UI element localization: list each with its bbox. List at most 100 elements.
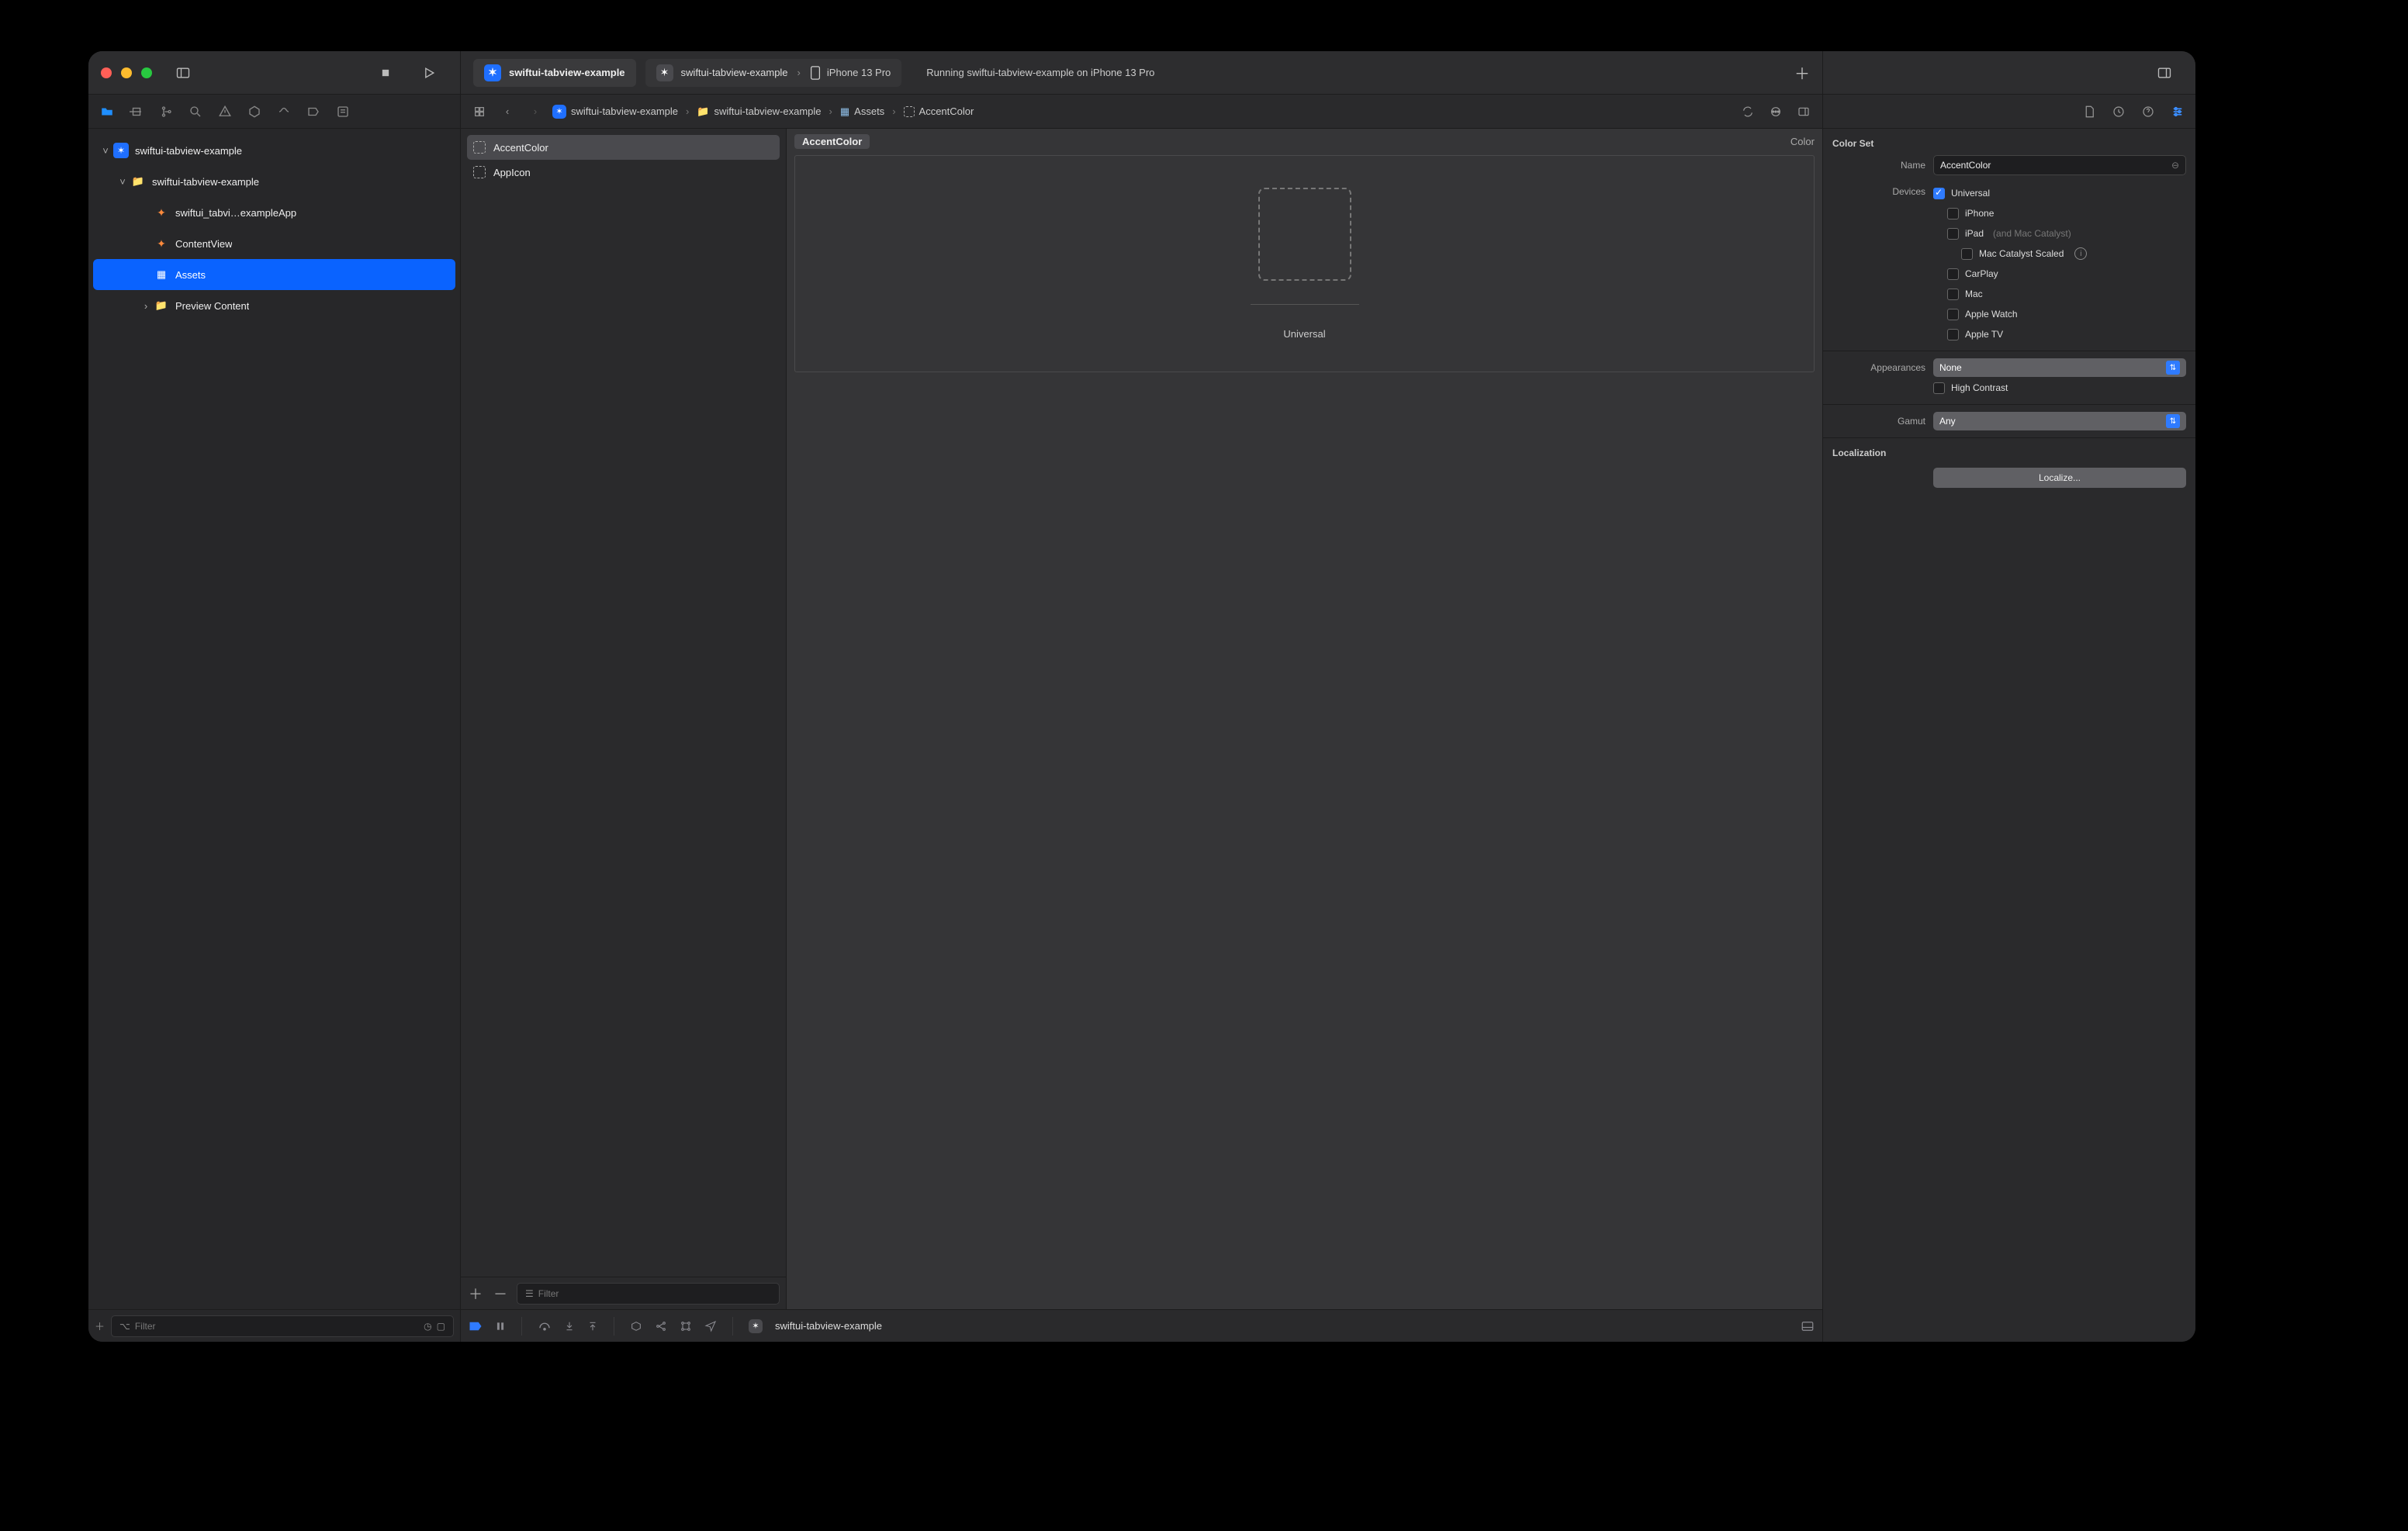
divider <box>1251 304 1359 305</box>
tree-folder-preview[interactable]: › 📁 Preview Content <box>93 290 455 321</box>
chevron-right-icon: › <box>892 105 895 117</box>
report-navigator-tab[interactable] <box>332 101 354 123</box>
color-well-universal[interactable] <box>1258 188 1351 281</box>
process-name[interactable]: swiftui-tabview-example <box>775 1320 882 1332</box>
refresh-diff-button[interactable] <box>1737 101 1759 123</box>
adjust-editor-options-button[interactable] <box>1765 101 1787 123</box>
find-navigator-tab[interactable] <box>185 101 206 123</box>
zoom-window-button[interactable] <box>141 67 152 78</box>
related-items-button[interactable] <box>469 101 490 123</box>
device-mac-catalyst-scaled-checkbox[interactable]: Mac Catalyst Scaledi <box>1933 244 2186 264</box>
source-control-navigator-tab[interactable] <box>126 101 147 123</box>
asset-canvas: AccentColor Color Universal <box>787 129 1822 1309</box>
high-contrast-checkbox[interactable]: High Contrast <box>1933 378 2008 398</box>
environment-overrides-button[interactable] <box>680 1320 692 1332</box>
gamut-label: Gamut <box>1832 416 1925 427</box>
crumb-target[interactable]: swiftui-tabview-example <box>714 105 822 117</box>
asset-row-appicon[interactable]: AppIcon <box>467 160 780 185</box>
scheme-selector[interactable]: ✶ swiftui-tabview-example › iPhone 13 Pr… <box>645 59 902 87</box>
add-editor-button[interactable] <box>1793 101 1815 123</box>
destination-selector[interactable]: iPhone 13 Pro <box>810 66 891 80</box>
debug-view-hierarchy-button[interactable] <box>630 1320 642 1332</box>
filter-placeholder: Filter <box>135 1321 156 1332</box>
inspector-header: Color Set <box>1832 135 2186 155</box>
asset-filter-input[interactable]: ☰ Filter <box>517 1283 780 1305</box>
titlebar: ✶ swiftui-tabview-example ✶ swiftui-tabv… <box>88 51 2195 95</box>
symbol-navigator-tab[interactable] <box>155 101 177 123</box>
tree-file-app[interactable]: ✦ swiftui_tabvi…exampleApp <box>93 197 455 228</box>
crumb-project[interactable]: swiftui-tabview-example <box>571 105 678 117</box>
stop-button[interactable] <box>373 60 398 85</box>
gamut-select[interactable]: Any ⇅ <box>1933 412 2186 430</box>
library-button[interactable] <box>2152 60 2177 85</box>
new-tab-button[interactable]: ＋ <box>1794 61 1810 84</box>
toggle-left-sidebar-button[interactable] <box>171 60 195 85</box>
pause-continue-button[interactable] <box>495 1321 506 1332</box>
project-icon: ✶ <box>113 143 129 158</box>
tree-target-folder[interactable]: ˅ 📁 swiftui-tabview-example <box>93 166 455 197</box>
step-into-button[interactable] <box>564 1320 575 1332</box>
appearances-select[interactable]: None ⇅ <box>1933 358 2186 377</box>
filter-placeholder: Filter <box>538 1288 559 1299</box>
step-over-button[interactable] <box>538 1321 552 1332</box>
simulate-location-button[interactable] <box>704 1320 717 1332</box>
info-icon[interactable]: i <box>2074 247 2087 260</box>
test-navigator-tab[interactable] <box>244 101 265 123</box>
recent-filter-icon[interactable]: ◷ <box>424 1321 431 1332</box>
disclosure-triangle-icon[interactable]: ˅ <box>99 145 112 157</box>
device-tv-checkbox[interactable]: Apple TV <box>1933 324 2186 344</box>
nav-forward-button[interactable]: › <box>524 101 546 123</box>
add-asset-button[interactable]: ＋ <box>467 1284 484 1304</box>
toggle-breakpoints-button[interactable] <box>469 1321 483 1332</box>
remove-asset-button[interactable]: － <box>492 1284 509 1304</box>
minimize-window-button[interactable] <box>121 67 132 78</box>
asset-row-accentcolor[interactable]: AccentColor <box>467 135 780 160</box>
disclosure-triangle-icon[interactable]: ˅ <box>116 176 129 188</box>
crumb-item[interactable]: AccentColor <box>919 105 974 117</box>
file-inspector-tab[interactable] <box>2082 105 2096 119</box>
breakpoint-navigator-tab[interactable] <box>303 101 324 123</box>
device-ipad-checkbox[interactable]: iPad(and Mac Catalyst) <box>1933 223 2186 244</box>
run-button[interactable] <box>417 60 441 85</box>
disclosure-triangle-icon[interactable]: › <box>140 300 152 312</box>
devices-label: Devices <box>1832 183 1925 197</box>
device-carplay-checkbox[interactable]: CarPlay <box>1933 264 2186 284</box>
subbar: ‹ › ✶ swiftui-tabview-example › 📁 swiftu… <box>88 95 2195 129</box>
step-out-button[interactable] <box>587 1320 598 1332</box>
scm-filter-icon[interactable]: ▢ <box>437 1321 445 1332</box>
issue-navigator-tab[interactable] <box>214 101 236 123</box>
device-watch-checkbox[interactable]: Apple Watch <box>1933 304 2186 324</box>
chevron-right-icon: › <box>686 105 689 117</box>
color-set-icon <box>904 106 915 117</box>
localize-button[interactable]: Localize... <box>1933 468 2186 488</box>
device-iphone-checkbox[interactable]: iPhone <box>1933 203 2186 223</box>
navigator-filter-input[interactable]: ⌥ Filter ◷ ▢ <box>111 1315 454 1337</box>
clear-icon[interactable]: ⊖ <box>2171 160 2179 171</box>
debug-navigator-tab[interactable] <box>273 101 295 123</box>
add-file-button[interactable]: ＋ <box>95 1318 105 1333</box>
toggle-debug-area-button[interactable] <box>1801 1319 1815 1333</box>
help-inspector-tab[interactable] <box>2141 105 2155 119</box>
project-tree[interactable]: ˅ ✶ swiftui-tabview-example ˅ 📁 swiftui-… <box>88 129 460 1309</box>
tree-project-root[interactable]: ˅ ✶ swiftui-tabview-example <box>93 135 455 166</box>
crumb-assets[interactable]: Assets <box>854 105 884 117</box>
debug-memory-graph-button[interactable] <box>655 1320 667 1332</box>
tree-label: Preview Content <box>175 300 249 312</box>
project-navigator-tab[interactable] <box>96 101 118 123</box>
device-universal-checkbox[interactable]: Universal <box>1933 183 2186 203</box>
breadcrumb[interactable]: ✶ swiftui-tabview-example › 📁 swiftui-ta… <box>552 105 974 119</box>
close-window-button[interactable] <box>101 67 112 78</box>
history-inspector-tab[interactable] <box>2112 105 2126 119</box>
active-tab[interactable]: ✶ swiftui-tabview-example <box>473 59 636 87</box>
device-mac-checkbox[interactable]: Mac <box>1933 284 2186 304</box>
nav-back-button[interactable]: ‹ <box>496 101 518 123</box>
project-icon: ✶ <box>552 105 566 119</box>
select-arrows-icon: ⇅ <box>2166 414 2180 428</box>
name-input[interactable]: AccentColor ⊖ <box>1933 155 2186 175</box>
chevron-right-icon: › <box>797 67 801 78</box>
assets-icon: ▦ <box>152 268 171 281</box>
attributes-inspector-tab[interactable] <box>2171 105 2185 119</box>
tree-file-contentview[interactable]: ✦ ContentView <box>93 228 455 259</box>
color-slot-group: Universal <box>794 155 1815 372</box>
tree-file-assets[interactable]: ▦ Assets <box>93 259 455 290</box>
